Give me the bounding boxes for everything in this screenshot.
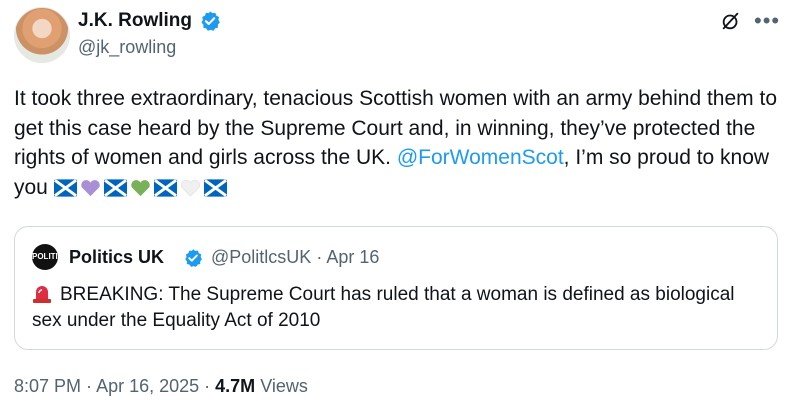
quoted-avatar[interactable]: POLITICS UK bbox=[32, 244, 69, 287]
tweet-date[interactable]: Apr 16, 2025 bbox=[96, 376, 199, 396]
verified-badge-icon bbox=[185, 249, 202, 267]
quoted-date[interactable]: Apr 16 bbox=[326, 247, 379, 267]
siren-icon bbox=[33, 286, 51, 303]
tweet-card: J.K. Rowling @jk_rowling ••• It took thr… bbox=[0, 0, 798, 409]
tweet-text: It took three extraordinary, tenacious S… bbox=[14, 84, 784, 202]
quoted-text: BREAKING: The Supreme Court has ruled th… bbox=[32, 282, 762, 334]
quoted-meta: @PolitlcsUK · Apr 16 bbox=[211, 247, 379, 268]
white-heart-icon bbox=[180, 179, 200, 197]
tweet-meta: 8:07 PM · Apr 16, 2025 · 4.7M Views bbox=[14, 376, 308, 396]
scotland-flag-icon bbox=[153, 178, 177, 197]
quoted-text-body: BREAKING: The Supreme Court has ruled th… bbox=[32, 284, 735, 331]
separator-dot: · bbox=[316, 247, 323, 267]
more-options-icon[interactable]: ••• bbox=[754, 8, 780, 34]
grok-icon[interactable] bbox=[720, 10, 742, 32]
scotland-flag-icon bbox=[203, 178, 227, 197]
author-handle[interactable]: @jk_rowling bbox=[78, 37, 176, 58]
views-label: Views bbox=[260, 376, 308, 396]
author-avatar[interactable] bbox=[14, 7, 70, 63]
scotland-flag-icon bbox=[103, 178, 127, 197]
tweet-time[interactable]: 8:07 PM bbox=[14, 376, 81, 396]
emoji-row bbox=[53, 176, 229, 199]
green-heart-icon bbox=[130, 179, 150, 196]
quoted-tweet[interactable]: POLITICS UK Politics UK @PolitlcsUK · Ap… bbox=[14, 226, 778, 350]
quoted-author-name[interactable]: Politics UK bbox=[69, 247, 164, 268]
quoted-handle[interactable]: @PolitlcsUK bbox=[211, 247, 311, 267]
mention-link[interactable]: @ForWomenScot bbox=[397, 146, 564, 169]
scotland-flag-icon bbox=[53, 178, 77, 197]
purple-heart-icon bbox=[80, 179, 100, 196]
views-count: 4.7M bbox=[215, 376, 256, 396]
verified-badge-icon bbox=[201, 11, 220, 31]
author-name[interactable]: J.K. Rowling bbox=[78, 10, 192, 32]
